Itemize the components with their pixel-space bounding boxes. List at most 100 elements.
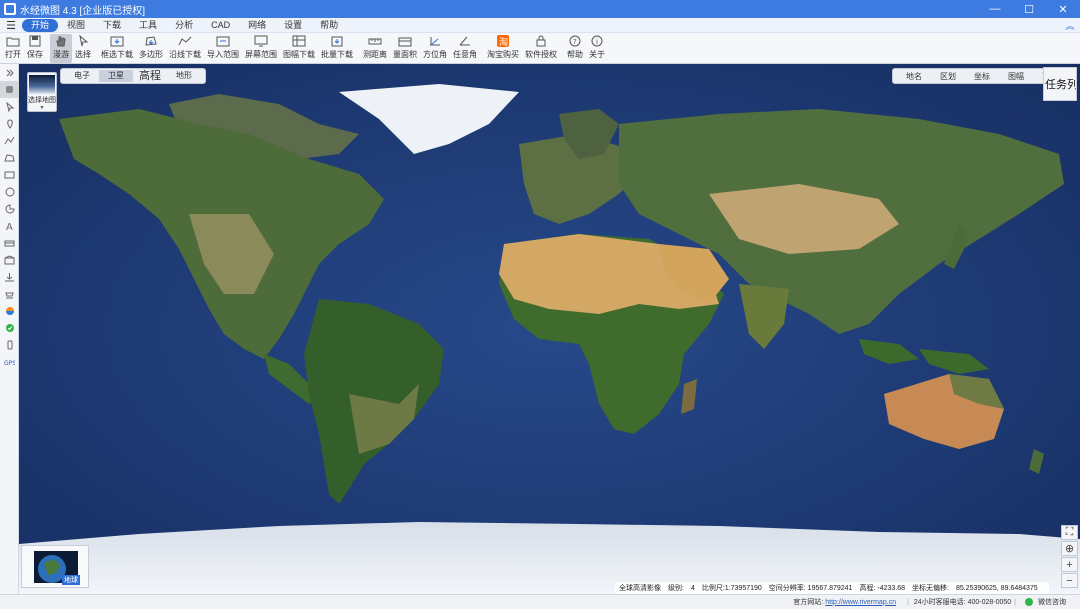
toolbar-button[interactable]: 测距离 xyxy=(360,34,390,63)
toolbar-button-label: 量面积 xyxy=(393,50,417,59)
wechat-link[interactable]: 微信咨询 xyxy=(1038,597,1066,607)
toolbar-button[interactable]: 批量下载 xyxy=(318,34,356,63)
base-layer-tab[interactable]: 电子 xyxy=(65,70,99,82)
left-tool-sidebar: A GPS xyxy=(0,64,19,594)
menu-item[interactable]: CAD xyxy=(202,19,239,32)
circle-tool-icon[interactable] xyxy=(0,183,19,200)
menu-item[interactable]: 视图 xyxy=(58,19,94,32)
toolbar-button-label: 沿线下载 xyxy=(169,50,201,59)
export-tool-icon[interactable] xyxy=(0,285,19,302)
toolbar-button[interactable]: 淘淘宝购买 xyxy=(484,34,522,63)
base-layer-tab[interactable]: 高程 xyxy=(133,70,167,82)
rectangle-tool-icon[interactable] xyxy=(0,166,19,183)
pan-tool-icon[interactable] xyxy=(0,81,19,98)
menu-item[interactable]: 下载 xyxy=(94,19,130,32)
overlay-layer-tab[interactable]: 地名 xyxy=(897,71,931,82)
toolbar-button[interactable]: 屏幕范围 xyxy=(242,34,280,63)
fullscreen-icon[interactable]: ⛶ xyxy=(1061,525,1078,540)
toolbar-button[interactable]: 漫游 xyxy=(50,34,72,63)
maximize-button[interactable]: ☐ xyxy=(1012,0,1046,18)
toolbar-button[interactable]: 打开 xyxy=(2,34,24,63)
hand-icon xyxy=(54,35,68,47)
globe-view-button[interactable]: 地球 xyxy=(21,545,89,588)
toolbar-button[interactable]: 任意角 xyxy=(450,34,480,63)
menu-item[interactable]: 帮助 xyxy=(311,19,347,32)
building-tool-icon[interactable] xyxy=(0,251,19,268)
menu-item[interactable]: 分析 xyxy=(166,19,202,32)
toolbar-button[interactable]: ? 帮助 xyxy=(564,34,586,63)
lock-icon xyxy=(534,35,548,47)
cursor-icon xyxy=(76,35,90,47)
toolbar-button[interactable]: 量面积 xyxy=(390,34,420,63)
zoom-in-icon[interactable]: + xyxy=(1061,557,1078,572)
menu-item[interactable]: 开始 xyxy=(22,18,59,32)
toolbar-button[interactable]: i 关于 xyxy=(586,34,608,63)
toolbar-button[interactable]: 图幅下载 xyxy=(280,34,318,63)
menu-item[interactable]: 网络 xyxy=(239,19,275,32)
toolbar-button[interactable]: 选择 xyxy=(72,34,94,63)
azimuth-icon xyxy=(428,35,442,47)
collapse-ribbon-icon[interactable]: ︽ xyxy=(1060,19,1080,32)
help-icon: ? xyxy=(568,35,582,47)
hotline-text: 24小时客服电话: 400-028-0050 xyxy=(913,599,1012,606)
toolbar-button-label: 打开 xyxy=(5,50,21,59)
menu-item[interactable]: 设置 xyxy=(275,19,311,32)
map-source-label: 选择地图 xyxy=(28,97,56,104)
check-status-icon[interactable] xyxy=(0,319,19,336)
hamburger-menu-icon[interactable]: ☰ xyxy=(0,19,22,32)
toolbar-button[interactable]: 软件授权 xyxy=(522,34,560,63)
menu-item[interactable]: 工具 xyxy=(130,19,166,32)
toolbar-button-label: 屏幕范围 xyxy=(245,50,277,59)
satellite-world-map xyxy=(19,64,1080,594)
overlay-layer-tab[interactable]: 坐标 xyxy=(965,71,999,82)
svg-text:?: ? xyxy=(573,38,577,46)
overlay-layer-tab[interactable]: 图幅 xyxy=(999,71,1033,82)
expand-sidebar-icon[interactable] xyxy=(0,64,19,81)
base-layer-tab[interactable]: 地形 xyxy=(167,70,201,82)
website-link[interactable]: http://www.rivermap.cn xyxy=(825,599,896,606)
overlay-layer-tab[interactable]: 区划 xyxy=(931,71,965,82)
window-title: 水经微图 4.3 [企业版已授权] xyxy=(20,5,146,17)
select-tool-icon[interactable] xyxy=(0,98,19,115)
svg-text:淘: 淘 xyxy=(499,36,508,47)
device-icon[interactable] xyxy=(0,336,19,353)
locate-icon[interactable]: ⊕ xyxy=(1061,541,1078,556)
map-source-selector[interactable]: 选择地图 ▾ xyxy=(27,72,57,112)
globe-label: 地球 xyxy=(62,575,80,585)
status-bar: 官方网站: http://www.rivermap.cn | 24小时客服电话:… xyxy=(0,594,1080,609)
polygon-tool-icon[interactable] xyxy=(0,149,19,166)
color-ball-icon[interactable] xyxy=(0,302,19,319)
sector-tool-icon[interactable] xyxy=(0,200,19,217)
import-range-icon xyxy=(216,35,230,47)
task-list-button[interactable]: 任务列表 xyxy=(1043,67,1077,101)
toolbar-button-label: 帮助 xyxy=(567,50,583,59)
toolbar-button[interactable]: 方位角 xyxy=(420,34,450,63)
wechat-icon xyxy=(1025,598,1033,606)
polyline-tool-icon[interactable] xyxy=(0,132,19,149)
import-tool-icon[interactable] xyxy=(0,268,19,285)
map-zoom-controls: ⛶ ⊕ + − xyxy=(1061,525,1079,589)
divider: | xyxy=(907,598,909,606)
toolbar-button[interactable]: 沿线下载 xyxy=(166,34,204,63)
toolbar-button[interactable]: 导入范围 xyxy=(204,34,242,63)
zoom-out-icon[interactable]: − xyxy=(1061,573,1078,588)
divider: | xyxy=(1014,598,1016,606)
map-view[interactable]: 选择地图 ▾ 电子卫星高程地形 地名区划坐标图幅瓦片 任务列表 地球 ⛶⊕+− … xyxy=(19,64,1080,594)
toolbar-button[interactable]: 保存 xyxy=(24,34,46,63)
toolbar-button[interactable]: 框选下载 xyxy=(98,34,136,63)
minimize-button[interactable]: — xyxy=(978,0,1012,18)
text-tool-icon[interactable]: A xyxy=(0,217,19,234)
ribbon-toolbar: 打开 保存 漫游 选择 框选下载 多边形 沿线下载 导入范围 屏幕范围 图幅下载 批量下载 测距离 量面… xyxy=(0,33,1080,64)
marker-tool-icon[interactable] xyxy=(0,115,19,132)
toolbar-button-label: 任意角 xyxy=(453,50,477,59)
close-button[interactable]: ✕ xyxy=(1046,0,1080,18)
svg-text:GPS: GPS xyxy=(4,360,15,366)
layer-tool-icon[interactable] xyxy=(0,234,19,251)
toolbar-button[interactable]: 多边形 xyxy=(136,34,166,63)
gps-icon[interactable]: GPS xyxy=(0,353,19,370)
measure-area-icon xyxy=(398,35,412,47)
title-bar: 水经微图 4.3 [企业版已授权] — ☐ ✕ xyxy=(0,0,1080,18)
base-layer-tab[interactable]: 卫星 xyxy=(99,70,133,82)
coordinates-readout: 85.2539062​5, 89.6484375 xyxy=(955,584,1038,592)
chevron-down-icon: ▾ xyxy=(40,105,44,111)
